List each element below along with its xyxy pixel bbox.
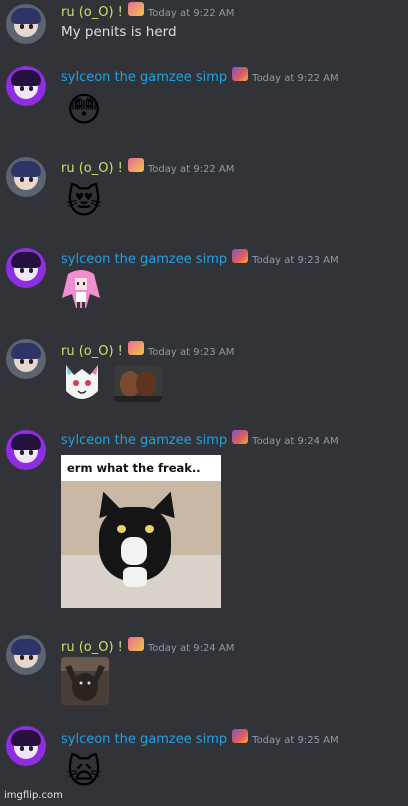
username[interactable]: ru (o_O) ! [61,5,123,20]
flushed-emoji: 😳 [66,90,102,130]
username[interactable]: ru (o_O) ! [61,344,123,359]
timestamp: Today at 9:22 AM [147,164,235,175]
message-4: sylceon the gamzee simp Today at 9:23 AM [0,242,408,334]
message-text: My penits is herd [61,24,177,40]
flower-badge-icon [127,341,144,355]
timestamp: Today at 9:25 AM [252,735,339,746]
username[interactable]: sylceon the gamzee simp [61,433,227,448]
weary-cat-emoji: 🙀 [66,752,102,792]
cat-dance-gif[interactable] [61,657,109,705]
avatar-ru[interactable] [6,4,46,44]
pixel-badge-icon [232,430,249,444]
message-6: sylceon the gamzee simp Today at 9:24 AM… [0,424,408,622]
message-5: ru (o_O) ! Today at 9:23 AM [0,334,408,424]
avatar-sylceon[interactable] [6,430,46,470]
message-7: ru (o_O) ! Today at 9:24 AM [0,622,408,714]
pixel-badge-icon [232,249,249,263]
avatar-sylceon[interactable] [6,248,46,288]
kiss-image-sticker[interactable] [114,366,162,402]
pixel-badge-icon [232,67,249,81]
avatar-sylceon[interactable] [6,726,46,766]
flower-badge-icon [127,158,144,172]
timestamp: Today at 9:22 AM [147,8,235,19]
username[interactable]: sylceon the gamzee simp [61,732,227,747]
meme-image[interactable]: erm what the freak.. [61,455,221,608]
imgflip-watermark: imgflip.com [4,790,63,801]
username[interactable]: ru (o_O) ! [61,640,123,655]
avatar-ru[interactable] [6,339,46,379]
timestamp: Today at 9:22 AM [252,73,339,84]
avatar-sylceon[interactable] [6,66,46,106]
timestamp: Today at 9:23 AM [147,347,235,358]
timestamp: Today at 9:23 AM [252,255,339,266]
message-1: ru (o_O) ! Today at 9:22 AM My penits is… [0,0,408,60]
timestamp: Today at 9:24 AM [252,436,339,447]
username[interactable]: sylceon the gamzee simp [61,252,227,267]
heart-eyes-cat-emoji: 😻 [66,182,102,222]
timestamp: Today at 9:24 AM [147,643,235,654]
meme-caption: erm what the freak.. [61,455,221,481]
pink-haired-character-sticker[interactable] [60,268,102,314]
username[interactable]: sylceon the gamzee simp [61,70,227,85]
pixel-badge-icon [232,729,249,743]
message-3: ru (o_O) ! Today at 9:22 AM 😻 [0,150,408,242]
avatar-ru[interactable] [6,635,46,675]
message-2: sylceon the gamzee simp Today at 9:22 AM… [0,60,408,150]
flower-badge-icon [127,2,144,16]
username[interactable]: ru (o_O) ! [61,161,123,176]
flower-badge-icon [127,637,144,651]
furry-character-sticker[interactable] [60,361,104,405]
avatar-ru[interactable] [6,157,46,197]
